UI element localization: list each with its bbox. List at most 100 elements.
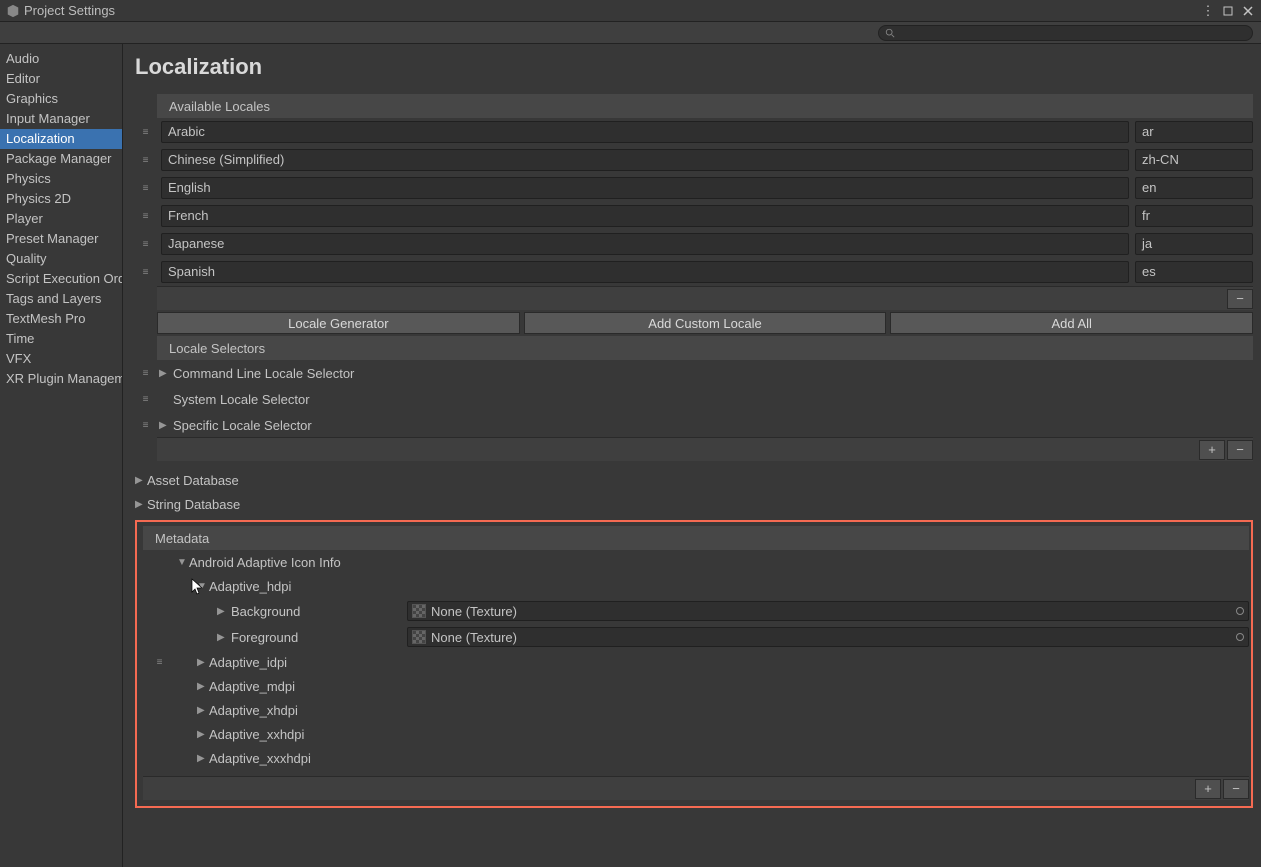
locale-list: ≡ Arabic ar ≡ Chinese (Simplified) zh-CN ≡ Engl… <box>135 118 1253 286</box>
locale-row: ≡ Spanish es <box>135 258 1253 286</box>
locale-row: ≡ Arabic ar <box>135 118 1253 146</box>
add-metadata-button[interactable]: + <box>1195 779 1221 799</box>
sidebar-item-vfx[interactable]: VFX <box>0 349 122 369</box>
sidebar-item-quality[interactable]: Quality <box>0 249 122 269</box>
locale-row: ≡ English en <box>135 174 1253 202</box>
locale-name-field[interactable]: English <box>161 177 1129 199</box>
locale-code-field[interactable]: zh-CN <box>1135 149 1253 171</box>
selector-label: Command Line Locale Selector <box>173 366 354 381</box>
density-foldout[interactable]: ▶Adaptive_xhdpi <box>139 698 1249 722</box>
selector-list: ≡ ▶ Command Line Locale Selector ≡ System Lo… <box>135 360 1253 438</box>
object-picker-icon[interactable] <box>1236 633 1244 641</box>
adaptive-hdpi-foldout[interactable]: ▼Adaptive_hdpi <box>139 574 1249 598</box>
search-icon <box>885 28 895 38</box>
sidebar-item-localization[interactable]: Localization <box>0 129 122 149</box>
page-title: Localization <box>135 54 1253 80</box>
foldout-arrow-icon: ▶ <box>159 368 169 379</box>
drag-handle-icon[interactable]: ≡ <box>135 394 155 405</box>
locale-generator-button[interactable]: Locale Generator <box>157 312 520 334</box>
selector-list-footer: + − <box>157 437 1253 461</box>
remove-selector-button[interactable]: − <box>1227 440 1253 460</box>
sidebar-item-physics-2d[interactable]: Physics 2D <box>0 189 122 209</box>
selector-label: System Locale Selector <box>173 392 310 407</box>
asset-database-foldout[interactable]: ▶Asset Database <box>135 468 1253 492</box>
selector-row[interactable]: ≡ ▶ Command Line Locale Selector <box>135 360 1253 386</box>
locale-name-field[interactable]: French <box>161 205 1129 227</box>
locale-code-field[interactable]: en <box>1135 177 1253 199</box>
add-selector-button[interactable]: + <box>1199 440 1225 460</box>
locale-code-field[interactable]: ja <box>1135 233 1253 255</box>
sidebar-item-graphics[interactable]: Graphics <box>0 89 122 109</box>
close-icon[interactable] <box>1241 4 1255 18</box>
sidebar-item-player[interactable]: Player <box>0 209 122 229</box>
sidebar-item-time[interactable]: Time <box>0 329 122 349</box>
sidebar-item-textmesh-pro[interactable]: TextMesh Pro <box>0 309 122 329</box>
foldout-arrow-icon: ▶ <box>159 420 169 431</box>
window-title: Project Settings <box>24 3 1195 18</box>
selector-row[interactable]: ≡ System Locale Selector <box>135 386 1253 412</box>
sidebar-item-physics[interactable]: Physics <box>0 169 122 189</box>
kebab-icon[interactable]: ⋮ <box>1201 4 1215 18</box>
locale-code-field[interactable]: fr <box>1135 205 1253 227</box>
locale-name-field[interactable]: Chinese (Simplified) <box>161 149 1129 171</box>
background-texture-field[interactable]: None (Texture) <box>407 601 1249 621</box>
drag-handle-icon[interactable]: ≡ <box>135 155 155 166</box>
density-foldout[interactable]: ▶Adaptive_xxhdpi <box>139 722 1249 746</box>
texture-icon <box>412 604 426 618</box>
search-input[interactable] <box>878 25 1253 41</box>
sidebar-item-editor[interactable]: Editor <box>0 69 122 89</box>
locale-row: ≡ French fr <box>135 202 1253 230</box>
locale-list-footer: − <box>157 286 1253 310</box>
locale-name-field[interactable]: Spanish <box>161 261 1129 283</box>
unity-icon <box>6 4 20 18</box>
string-database-foldout[interactable]: ▶String Database <box>135 492 1253 516</box>
sidebar-item-script-execution-order[interactable]: Script Execution Order <box>0 269 122 289</box>
search-row <box>0 22 1261 44</box>
selector-row[interactable]: ≡ ▶ Specific Locale Selector <box>135 412 1253 438</box>
drag-handle-icon[interactable]: ≡ <box>135 368 155 379</box>
locale-row: ≡ Japanese ja <box>135 230 1253 258</box>
object-picker-icon[interactable] <box>1236 607 1244 615</box>
maximize-icon[interactable] <box>1221 4 1235 18</box>
background-label: Background <box>231 604 300 619</box>
drag-handle-icon[interactable]: ≡ <box>135 127 155 138</box>
sidebar-item-input-manager[interactable]: Input Manager <box>0 109 122 129</box>
locale-name-field[interactable]: Japanese <box>161 233 1129 255</box>
metadata-highlight: Metadata ▼Android Adaptive Icon Info ▼Ad… <box>135 520 1253 808</box>
add-all-button[interactable]: Add All <box>890 312 1253 334</box>
background-texture-row: ▶Background None (Texture) <box>139 598 1249 624</box>
foreground-texture-row: ▶Foreground None (Texture) <box>139 624 1249 650</box>
drag-handle-icon[interactable]: ≡ <box>149 657 169 668</box>
remove-locale-button[interactable]: − <box>1227 289 1253 309</box>
drag-handle-icon[interactable]: ≡ <box>135 211 155 222</box>
android-adaptive-icon-foldout[interactable]: ▼Android Adaptive Icon Info <box>139 550 1249 574</box>
titlebar: Project Settings ⋮ <box>0 0 1261 22</box>
locale-row: ≡ Chinese (Simplified) zh-CN <box>135 146 1253 174</box>
foreground-label: Foreground <box>231 630 298 645</box>
locale-code-field[interactable]: es <box>1135 261 1253 283</box>
foreground-texture-field[interactable]: None (Texture) <box>407 627 1249 647</box>
sidebar-item-package-manager[interactable]: Package Manager <box>0 149 122 169</box>
sidebar: AudioEditorGraphicsInput ManagerLocaliza… <box>0 44 123 867</box>
sidebar-item-tags-and-layers[interactable]: Tags and Layers <box>0 289 122 309</box>
main-panel: Localization Available Locales ≡Arabicar… <box>123 44 1261 867</box>
locale-name-field[interactable]: Arabic <box>161 121 1129 143</box>
drag-handle-icon[interactable]: ≡ <box>135 183 155 194</box>
sidebar-item-xr-plugin-management[interactable]: XR Plugin Management <box>0 369 122 389</box>
locale-selectors-header: Locale Selectors <box>157 336 1253 360</box>
density-foldout[interactable]: ≡▶Adaptive_idpi <box>139 650 1249 674</box>
metadata-list-footer: + − <box>143 776 1249 800</box>
drag-handle-icon[interactable]: ≡ <box>135 420 155 431</box>
remove-metadata-button[interactable]: − <box>1223 779 1249 799</box>
density-list: ≡▶Adaptive_idpi▶Adaptive_mdpi▶Adaptive_x… <box>139 650 1249 770</box>
density-foldout[interactable]: ▶Adaptive_mdpi <box>139 674 1249 698</box>
add-custom-locale-button[interactable]: Add Custom Locale <box>524 312 887 334</box>
metadata-header: Metadata <box>143 526 1249 550</box>
selector-label: Specific Locale Selector <box>173 418 312 433</box>
density-foldout[interactable]: ▶Adaptive_xxxhdpi <box>139 746 1249 770</box>
drag-handle-icon[interactable]: ≡ <box>135 239 155 250</box>
drag-handle-icon[interactable]: ≡ <box>135 267 155 278</box>
locale-code-field[interactable]: ar <box>1135 121 1253 143</box>
sidebar-item-audio[interactable]: Audio <box>0 49 122 69</box>
sidebar-item-preset-manager[interactable]: Preset Manager <box>0 229 122 249</box>
